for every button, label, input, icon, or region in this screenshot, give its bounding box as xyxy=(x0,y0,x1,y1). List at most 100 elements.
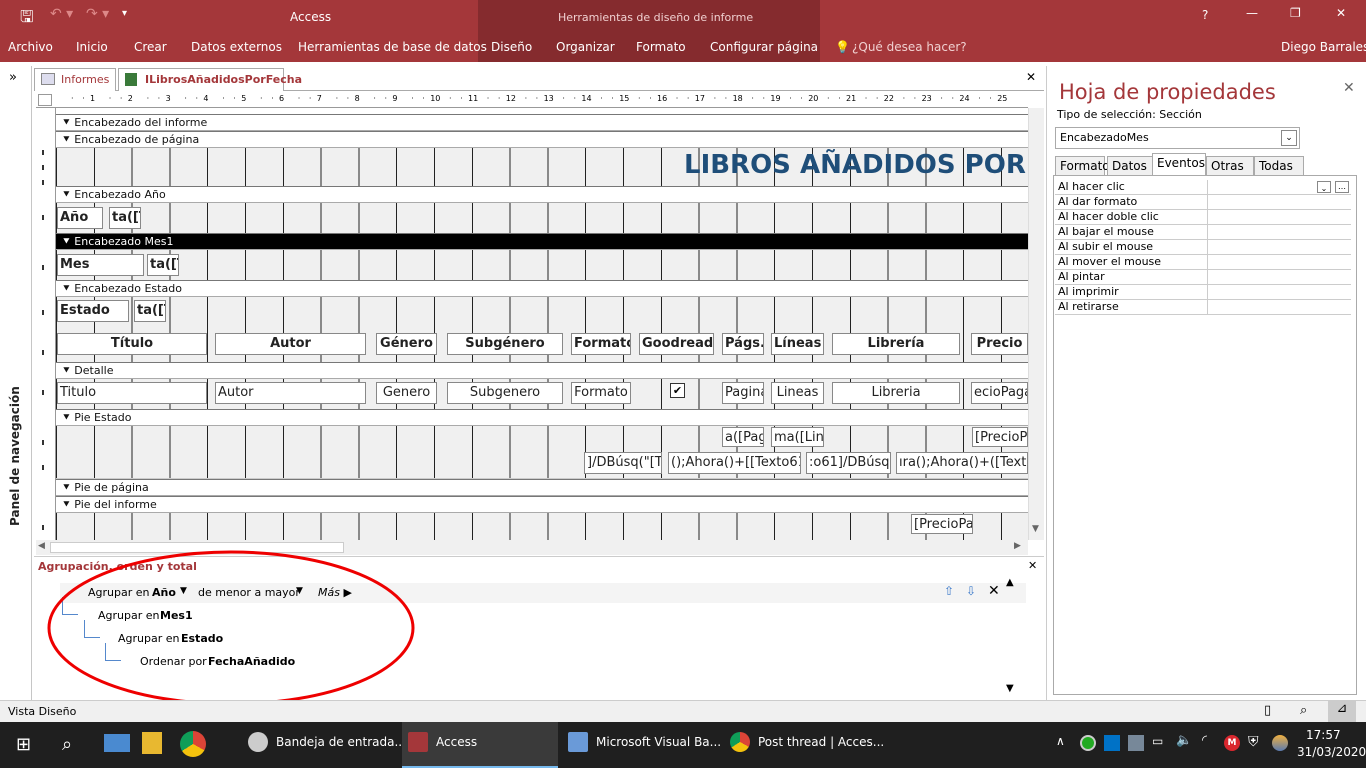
minimize-icon[interactable]: — xyxy=(1246,6,1258,20)
control-field-3[interactable]: Subgenero xyxy=(447,382,563,404)
group-level-3[interactable]: Estado xyxy=(181,632,223,645)
property-value[interactable] xyxy=(1207,240,1351,255)
sort-level-4[interactable]: FechaAñadido xyxy=(208,655,295,668)
section-bar-8[interactable]: ⯆ Pie del informe xyxy=(56,496,1028,513)
section-bar-3[interactable]: ⯆ Encabezado Mes1 xyxy=(56,233,1028,250)
control-heading-4[interactable]: Formato xyxy=(571,333,631,355)
tray-check-icon[interactable] xyxy=(1080,735,1096,751)
taskbar-app-vba[interactable]: Microsoft Visual Ba... xyxy=(562,722,721,768)
property-value[interactable] xyxy=(1207,195,1351,210)
defender-icon[interactable]: ⛨ xyxy=(1248,734,1259,750)
tray-chevron-icon[interactable]: ∧ xyxy=(1056,734,1065,748)
property-value[interactable] xyxy=(1207,285,1351,300)
control-field-0[interactable]: Titulo xyxy=(57,382,207,404)
control-heading-7[interactable]: Líneas xyxy=(771,333,824,355)
control-footer-expr[interactable]: :o61]/DBúsq( xyxy=(806,452,891,474)
prop-tab-datos[interactable]: Datos xyxy=(1107,156,1157,176)
tell-me-input[interactable]: ¿Qué desea hacer? xyxy=(852,40,967,54)
network-drive-icon[interactable] xyxy=(1128,735,1144,751)
close-document-icon[interactable]: ✕ xyxy=(1026,70,1036,84)
control-report-footer-total[interactable]: [PrecioPa xyxy=(911,514,973,534)
vertical-scrollbar[interactable]: ▼ xyxy=(1028,108,1044,540)
windows-start-icon[interactable]: ⊞ xyxy=(16,734,31,755)
scroll-up-icon[interactable]: ▲ xyxy=(1006,577,1014,588)
control-heading-1[interactable]: Autor xyxy=(215,333,366,355)
scroll-left-icon[interactable]: ◀ xyxy=(38,541,45,551)
control-heading-9[interactable]: Precio xyxy=(971,333,1028,355)
property-value[interactable] xyxy=(1207,270,1351,285)
move-down-icon[interactable]: ⇩ xyxy=(966,584,976,598)
control-field-4[interactable]: Formato xyxy=(571,382,631,404)
property-row[interactable]: Al pintar xyxy=(1055,270,1351,285)
scroll-down-icon[interactable]: ▼ xyxy=(1032,524,1039,534)
more-options-link[interactable]: Más ▶ xyxy=(318,586,352,599)
control-heading-8[interactable]: Librería xyxy=(832,333,960,355)
control-heading-0[interactable]: Título xyxy=(57,333,207,355)
taskbar-app-outlook[interactable]: Bandeja de entrada... xyxy=(242,722,406,768)
wifi-icon[interactable]: ◜ xyxy=(1202,733,1207,748)
chevron-down-icon[interactable]: ⌄ xyxy=(1281,130,1297,146)
property-value[interactable] xyxy=(1207,210,1351,225)
section-bar-0[interactable]: ⯆ Encabezado del informe xyxy=(56,114,1028,131)
dropdown-icon[interactable]: ⌄ xyxy=(1317,181,1331,193)
ribbon-tab-5[interactable]: Diseño xyxy=(491,40,532,54)
volume-icon[interactable]: 🔈 xyxy=(1176,733,1192,748)
restore-icon[interactable]: ❐ xyxy=(1290,6,1301,20)
control-month-label[interactable]: Mes xyxy=(57,254,144,276)
group-level-2[interactable]: Mes1 xyxy=(160,609,193,622)
control-year-label[interactable]: Año xyxy=(57,207,103,229)
help-icon[interactable]: ? xyxy=(1202,8,1208,22)
control-heading-5[interactable]: Goodreads xyxy=(639,333,714,355)
tab-informes[interactable]: Informes xyxy=(34,68,116,91)
scroll-right-icon[interactable]: ▶ xyxy=(1014,541,1021,551)
clock-time[interactable]: 17:57 xyxy=(1306,728,1341,742)
ribbon-tab-3[interactable]: Datos externos xyxy=(191,40,282,54)
property-row[interactable]: Al retirarse xyxy=(1055,300,1351,315)
section-grid[interactable] xyxy=(56,250,1028,280)
taskbar-app-chrome[interactable]: Post thread | Acces... xyxy=(724,722,884,768)
property-value[interactable] xyxy=(1207,300,1351,315)
control-footer-expr[interactable]: ıra();Ahora()+([Texto6 xyxy=(896,452,1028,474)
prop-tab-otras[interactable]: Otras xyxy=(1206,156,1254,176)
close-icon[interactable]: ✕ xyxy=(1336,6,1346,20)
ribbon-tab-4[interactable]: Herramientas de base de datos xyxy=(298,40,487,54)
battery-icon[interactable]: ▭ xyxy=(1152,734,1163,748)
property-row[interactable]: Al bajar el mouse xyxy=(1055,225,1351,240)
group-level-1[interactable]: Agrupar en Año ▼ de menor a mayor ▼ Más … xyxy=(60,583,1026,603)
horizontal-scrollbar[interactable]: ◀ ▶ xyxy=(36,540,1028,555)
outlook-icon[interactable] xyxy=(1104,735,1120,751)
control-heading-2[interactable]: Género xyxy=(376,333,437,355)
property-value[interactable] xyxy=(1207,225,1351,240)
redo-icon[interactable]: ↷ ▾ xyxy=(86,6,109,22)
property-row[interactable]: Al hacer clic ⌄… xyxy=(1055,180,1351,195)
navigation-pane[interactable]: » Panel de navegación xyxy=(0,66,32,700)
weather-icon[interactable] xyxy=(1272,735,1288,751)
builder-button[interactable]: … xyxy=(1335,181,1349,193)
control-field-7[interactable]: Lineas xyxy=(771,382,824,404)
expand-nav-icon[interactable]: » xyxy=(9,70,17,85)
ribbon-tab-0[interactable]: Archivo xyxy=(8,40,53,54)
control-heading-3[interactable]: Subgénero xyxy=(447,333,563,355)
move-up-icon[interactable]: ⇧ xyxy=(944,584,954,598)
close-grouping-icon[interactable]: ✕ xyxy=(1028,559,1037,572)
customize-qat-icon[interactable]: ▾ xyxy=(122,8,127,19)
scroll-thumb[interactable] xyxy=(50,542,344,553)
property-row[interactable]: Al subir el mouse xyxy=(1055,240,1351,255)
clock-date[interactable]: 31/03/2020 xyxy=(1297,745,1366,759)
design-view-icon[interactable]: ⊿ xyxy=(1328,701,1356,722)
section-bar-5[interactable]: ⯆ Detalle xyxy=(56,362,1028,379)
control-month-value[interactable]: ta([T xyxy=(147,254,179,276)
report-title[interactable]: LIBROS AÑADIDOS POR F xyxy=(684,150,1028,180)
ribbon-tab-2[interactable]: Crear xyxy=(134,40,167,54)
section-bar-2[interactable]: ⯆ Encabezado Año xyxy=(56,186,1028,203)
ribbon-tab-1[interactable]: Inicio xyxy=(76,40,108,54)
dropdown-icon[interactable]: ▼ xyxy=(296,586,303,596)
section-grid[interactable] xyxy=(56,513,1028,540)
scroll-down-icon[interactable]: ▼ xyxy=(1006,683,1014,694)
control-footer-expr[interactable]: ]/DBúsq("[T xyxy=(584,452,662,474)
group-field-select[interactable]: Año xyxy=(152,586,176,599)
prop-tab-eventos[interactable]: Eventos xyxy=(1152,153,1206,176)
section-bar-7[interactable]: ⯆ Pie de página xyxy=(56,479,1028,496)
save-icon[interactable]: 🖫 xyxy=(20,6,34,33)
computer-icon[interactable] xyxy=(104,734,130,752)
